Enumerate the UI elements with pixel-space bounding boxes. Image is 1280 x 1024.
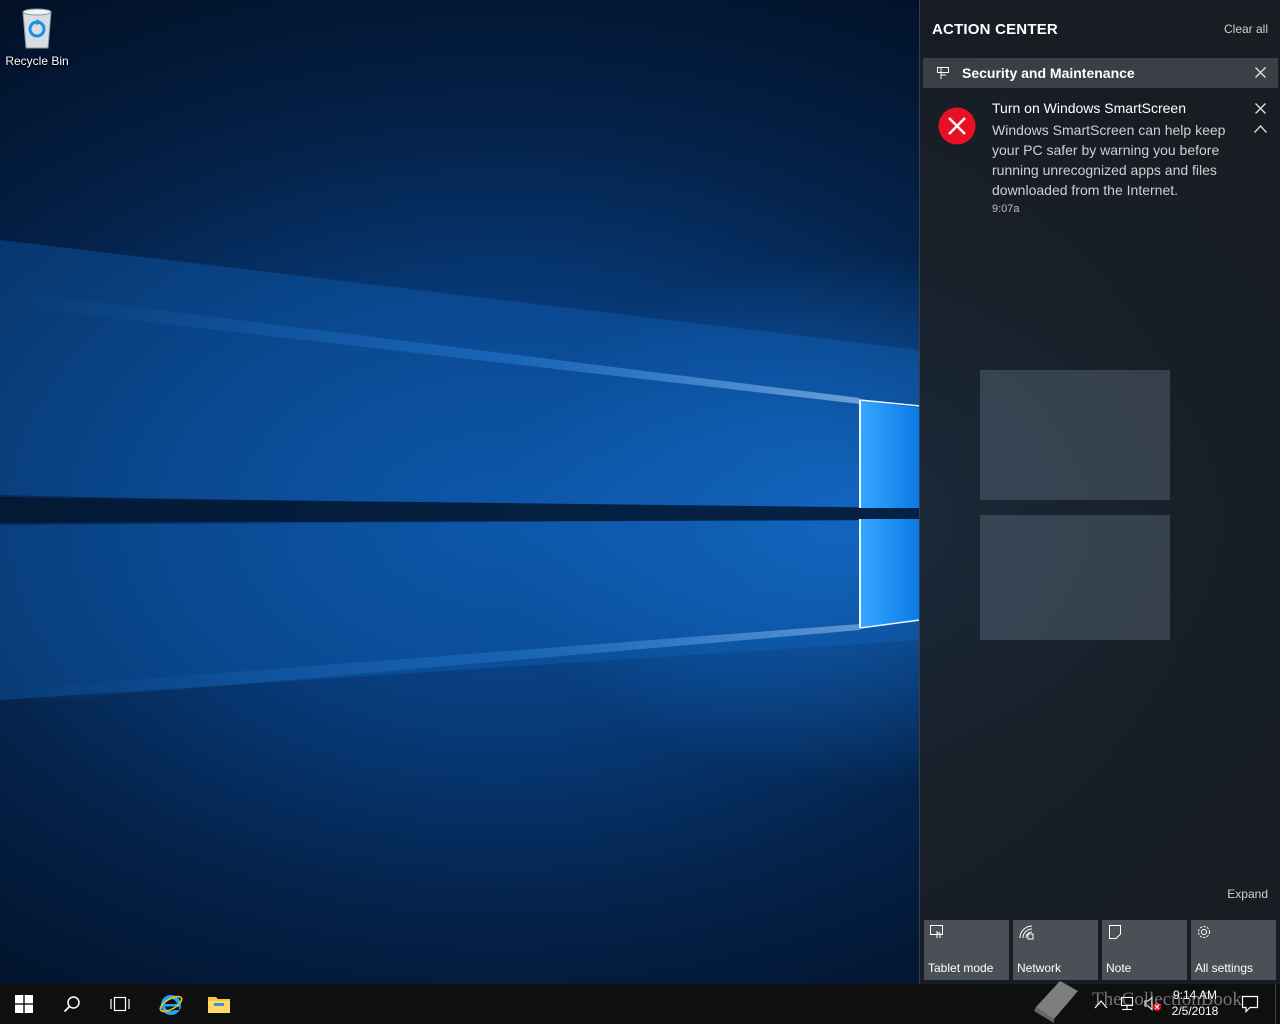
task-view-icon [110,996,130,1012]
note-icon [1109,925,1121,939]
taskbar: 9:14 AM 2/5/2018 [0,984,1280,1024]
quick-action-label: Note [1106,961,1132,975]
recycle-bin-icon [22,8,52,49]
tablet-mode-icon [930,925,943,938]
file-explorer-icon [208,997,230,1013]
notification-item[interactable]: Turn on Windows SmartScreen Windows Smar… [923,96,1278,226]
quick-action-all-settings[interactable]: All settings [1191,920,1276,980]
volume-muted-icon[interactable] [1144,996,1162,1012]
close-notification-icon[interactable] [1255,103,1266,114]
quick-actions-row: Tablet mode Network Note All settings [924,920,1277,980]
quick-action-label: Network [1017,961,1062,975]
internet-explorer-button[interactable] [147,984,195,1024]
quick-action-label: All settings [1195,961,1254,975]
quick-action-note[interactable]: Note [1102,920,1187,980]
task-view-button[interactable] [96,984,144,1024]
action-center-button[interactable] [1230,984,1270,1024]
action-center-panel: ACTION CENTER Clear all Security and Mai… [919,0,1280,984]
settings-icon [1198,926,1210,938]
wallpaper-blur-reflection [980,370,1170,640]
search-button[interactable] [48,984,96,1024]
notification-group-header[interactable]: Security and Maintenance [923,58,1278,88]
desktop-icon-label: Recycle Bin [5,54,69,68]
action-center-title: ACTION CENTER [932,20,1058,38]
expand-quick-actions-link[interactable]: Expand [1227,887,1268,901]
quick-action-network[interactable]: Network [1013,920,1098,980]
file-explorer-button[interactable] [195,984,243,1024]
chevron-up-icon[interactable] [1254,125,1267,133]
network-tray-icon[interactable] [1118,996,1136,1012]
taskbar-clock[interactable]: 9:14 AM 2/5/2018 [1164,987,1226,1019]
start-icon [15,995,33,1013]
clock-date: 2/5/2018 [1171,1004,1219,1018]
quick-action-tablet-mode[interactable]: Tablet mode [924,920,1009,980]
notification-bubble-icon [1241,995,1259,1013]
system-tray [1094,984,1162,1024]
clear-all-button[interactable]: Clear all [1224,22,1268,36]
action-center-header: ACTION CENTER Clear all [932,18,1268,40]
error-icon [938,107,976,145]
search-icon [63,996,80,1013]
close-group-icon[interactable] [1255,67,1266,78]
start-button[interactable] [0,984,48,1024]
network-icon [1019,925,1034,940]
notification-time: 9:07a [992,203,1020,215]
show-desktop-button[interactable] [1275,984,1280,1024]
show-hidden-icons-chevron[interactable] [1094,999,1108,1009]
clock-time: 9:14 AM [1172,988,1218,1002]
notification-title: Turn on Windows SmartScreen [992,100,1186,116]
notification-group-title: Security and Maintenance [962,65,1135,81]
security-maintenance-icon [937,67,949,79]
notification-body: Windows SmartScreen can help keep your P… [992,122,1226,198]
desktop-icon-recycle-bin[interactable]: Recycle Bin [4,6,70,78]
quick-action-label: Tablet mode [928,961,994,975]
internet-explorer-icon [159,995,183,1015]
